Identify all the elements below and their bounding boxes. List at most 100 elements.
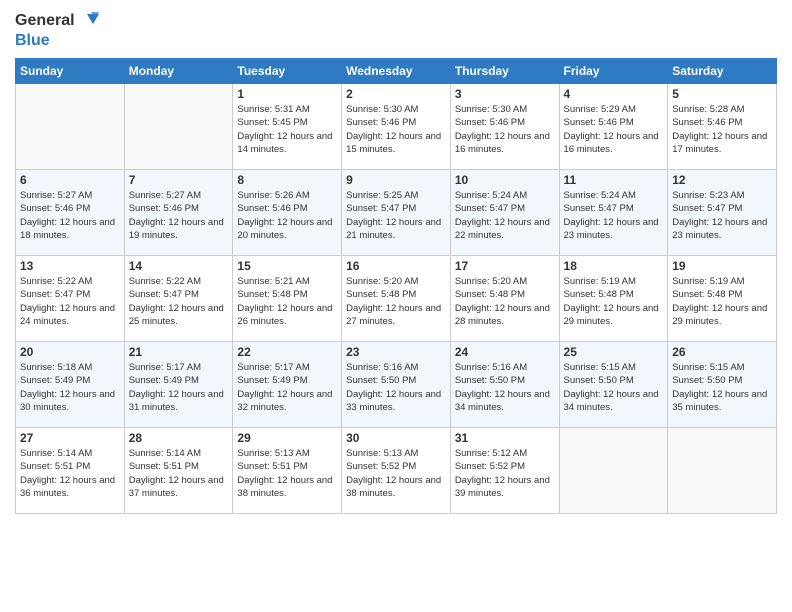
calendar-cell: [124, 84, 233, 170]
day-number: 8: [237, 173, 337, 187]
logo-general: General: [15, 12, 75, 30]
day-number: 1: [237, 87, 337, 101]
day-info: Sunrise: 5:17 AMSunset: 5:49 PMDaylight:…: [129, 361, 229, 414]
day-number: 4: [564, 87, 664, 101]
day-number: 28: [129, 431, 229, 445]
calendar-cell: 26 Sunrise: 5:15 AMSunset: 5:50 PMDayligh…: [668, 342, 777, 428]
day-info: Sunrise: 5:31 AMSunset: 5:45 PMDaylight:…: [237, 103, 337, 156]
day-info: Sunrise: 5:13 AMSunset: 5:51 PMDaylight:…: [237, 447, 337, 500]
day-info: Sunrise: 5:23 AMSunset: 5:47 PMDaylight:…: [672, 189, 772, 242]
day-number: 5: [672, 87, 772, 101]
day-info: Sunrise: 5:15 AMSunset: 5:50 PMDaylight:…: [564, 361, 664, 414]
calendar-cell: 8 Sunrise: 5:26 AMSunset: 5:46 PMDaylight…: [233, 170, 342, 256]
day-number: 24: [455, 345, 555, 359]
header: General Blue: [15, 10, 777, 50]
page-container: General Blue SundayMondayTuesdayWednesda…: [0, 0, 792, 524]
day-info: Sunrise: 5:12 AMSunset: 5:52 PMDaylight:…: [455, 447, 555, 500]
day-info: Sunrise: 5:19 AMSunset: 5:48 PMDaylight:…: [672, 275, 772, 328]
day-info: Sunrise: 5:14 AMSunset: 5:51 PMDaylight:…: [20, 447, 120, 500]
calendar-cell: 4 Sunrise: 5:29 AMSunset: 5:46 PMDaylight…: [559, 84, 668, 170]
day-info: Sunrise: 5:22 AMSunset: 5:47 PMDaylight:…: [129, 275, 229, 328]
day-info: Sunrise: 5:30 AMSunset: 5:46 PMDaylight:…: [455, 103, 555, 156]
calendar-cell: 5 Sunrise: 5:28 AMSunset: 5:46 PMDaylight…: [668, 84, 777, 170]
day-info: Sunrise: 5:18 AMSunset: 5:49 PMDaylight:…: [20, 361, 120, 414]
day-info: Sunrise: 5:16 AMSunset: 5:50 PMDaylight:…: [346, 361, 446, 414]
calendar-cell: 6 Sunrise: 5:27 AMSunset: 5:46 PMDaylight…: [16, 170, 125, 256]
day-number: 13: [20, 259, 120, 273]
calendar-week-row: 6 Sunrise: 5:27 AMSunset: 5:46 PMDaylight…: [16, 170, 777, 256]
day-number: 30: [346, 431, 446, 445]
calendar-cell: 19 Sunrise: 5:19 AMSunset: 5:48 PMDayligh…: [668, 256, 777, 342]
calendar-cell: 17 Sunrise: 5:20 AMSunset: 5:48 PMDayligh…: [450, 256, 559, 342]
day-info: Sunrise: 5:26 AMSunset: 5:46 PMDaylight:…: [237, 189, 337, 242]
day-number: 19: [672, 259, 772, 273]
calendar-cell: 16 Sunrise: 5:20 AMSunset: 5:48 PMDayligh…: [342, 256, 451, 342]
day-number: 11: [564, 173, 664, 187]
day-info: Sunrise: 5:22 AMSunset: 5:47 PMDaylight:…: [20, 275, 120, 328]
day-number: 21: [129, 345, 229, 359]
day-info: Sunrise: 5:28 AMSunset: 5:46 PMDaylight:…: [672, 103, 772, 156]
day-number: 29: [237, 431, 337, 445]
weekday-header: Monday: [124, 59, 233, 84]
day-number: 31: [455, 431, 555, 445]
day-number: 7: [129, 173, 229, 187]
calendar-week-row: 13 Sunrise: 5:22 AMSunset: 5:47 PMDayligh…: [16, 256, 777, 342]
calendar-cell: 22Sunrise: 5:17 AMSunset: 5:49 PMDayligh…: [233, 342, 342, 428]
weekday-header: Tuesday: [233, 59, 342, 84]
day-number: 14: [129, 259, 229, 273]
day-number: 3: [455, 87, 555, 101]
calendar-cell: 23Sunrise: 5:16 AMSunset: 5:50 PMDayligh…: [342, 342, 451, 428]
day-info: Sunrise: 5:14 AMSunset: 5:51 PMDaylight:…: [129, 447, 229, 500]
day-number: 25: [564, 345, 664, 359]
calendar-table: SundayMondayTuesdayWednesdayThursdayFrid…: [15, 58, 777, 514]
day-number: 2: [346, 87, 446, 101]
calendar-cell: 10Sunrise: 5:24 AMSunset: 5:47 PMDayligh…: [450, 170, 559, 256]
calendar-cell: 25 Sunrise: 5:15 AMSunset: 5:50 PMDayligh…: [559, 342, 668, 428]
calendar-cell: [16, 84, 125, 170]
calendar-cell: 20 Sunrise: 5:18 AMSunset: 5:49 PMDayligh…: [16, 342, 125, 428]
day-info: Sunrise: 5:15 AMSunset: 5:50 PMDaylight:…: [672, 361, 772, 414]
day-info: Sunrise: 5:29 AMSunset: 5:46 PMDaylight:…: [564, 103, 664, 156]
day-number: 27: [20, 431, 120, 445]
calendar-cell: 28 Sunrise: 5:14 AMSunset: 5:51 PMDayligh…: [124, 428, 233, 514]
weekday-header-row: SundayMondayTuesdayWednesdayThursdayFrid…: [16, 59, 777, 84]
calendar-cell: 18 Sunrise: 5:19 AMSunset: 5:48 PMDayligh…: [559, 256, 668, 342]
calendar-cell: 30 Sunrise: 5:13 AMSunset: 5:52 PMDayligh…: [342, 428, 451, 514]
day-info: Sunrise: 5:19 AMSunset: 5:48 PMDaylight:…: [564, 275, 664, 328]
calendar-cell: 9Sunrise: 5:25 AMSunset: 5:47 PMDaylight…: [342, 170, 451, 256]
day-number: 18: [564, 259, 664, 273]
calendar-cell: 24 Sunrise: 5:16 AMSunset: 5:50 PMDayligh…: [450, 342, 559, 428]
day-number: 16: [346, 259, 446, 273]
day-number: 6: [20, 173, 120, 187]
calendar-cell: [559, 428, 668, 514]
calendar-week-row: 1 Sunrise: 5:31 AMSunset: 5:45 PMDaylight…: [16, 84, 777, 170]
day-info: Sunrise: 5:27 AMSunset: 5:46 PMDaylight:…: [20, 189, 120, 242]
day-info: Sunrise: 5:27 AMSunset: 5:46 PMDaylight:…: [129, 189, 229, 242]
calendar-cell: 29 Sunrise: 5:13 AMSunset: 5:51 PMDayligh…: [233, 428, 342, 514]
day-number: 15: [237, 259, 337, 273]
calendar-cell: 14 Sunrise: 5:22 AMSunset: 5:47 PMDayligh…: [124, 256, 233, 342]
day-info: Sunrise: 5:30 AMSunset: 5:46 PMDaylight:…: [346, 103, 446, 156]
logo-bird-icon: [77, 10, 99, 32]
calendar-cell: 1 Sunrise: 5:31 AMSunset: 5:45 PMDaylight…: [233, 84, 342, 170]
day-number: 17: [455, 259, 555, 273]
day-info: Sunrise: 5:13 AMSunset: 5:52 PMDaylight:…: [346, 447, 446, 500]
day-info: Sunrise: 5:20 AMSunset: 5:48 PMDaylight:…: [455, 275, 555, 328]
logo-blue: Blue: [15, 32, 50, 50]
day-number: 26: [672, 345, 772, 359]
logo: General Blue: [15, 10, 99, 50]
day-info: Sunrise: 5:24 AMSunset: 5:47 PMDaylight:…: [455, 189, 555, 242]
calendar-cell: 11Sunrise: 5:24 AMSunset: 5:47 PMDayligh…: [559, 170, 668, 256]
calendar-cell: 3 Sunrise: 5:30 AMSunset: 5:46 PMDaylight…: [450, 84, 559, 170]
calendar-week-row: 27 Sunrise: 5:14 AMSunset: 5:51 PMDayligh…: [16, 428, 777, 514]
day-info: Sunrise: 5:20 AMSunset: 5:48 PMDaylight:…: [346, 275, 446, 328]
weekday-header: Sunday: [16, 59, 125, 84]
calendar-cell: 31 Sunrise: 5:12 AMSunset: 5:52 PMDayligh…: [450, 428, 559, 514]
day-number: 22: [237, 345, 337, 359]
calendar-week-row: 20 Sunrise: 5:18 AMSunset: 5:49 PMDayligh…: [16, 342, 777, 428]
day-number: 20: [20, 345, 120, 359]
calendar-cell: 27 Sunrise: 5:14 AMSunset: 5:51 PMDayligh…: [16, 428, 125, 514]
day-info: Sunrise: 5:16 AMSunset: 5:50 PMDaylight:…: [455, 361, 555, 414]
calendar-cell: 21 Sunrise: 5:17 AMSunset: 5:49 PMDayligh…: [124, 342, 233, 428]
weekday-header: Wednesday: [342, 59, 451, 84]
